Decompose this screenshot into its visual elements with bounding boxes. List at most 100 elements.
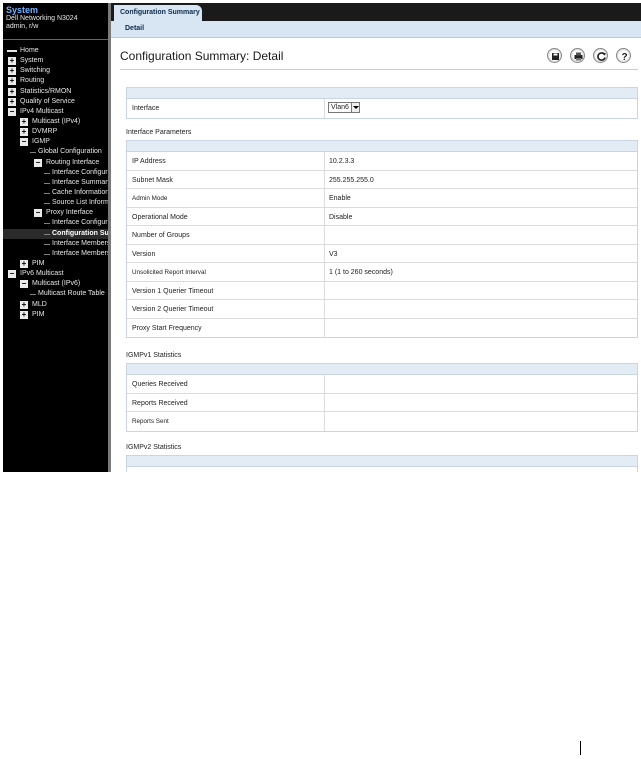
- row-label: Number of Groups: [132, 232, 190, 239]
- collapse-icon[interactable]: −: [34, 158, 42, 167]
- navigation-sidebar: System Dell Networking N3024 admin, r/w …: [3, 3, 108, 472]
- table-row: Version V3: [127, 244, 637, 263]
- nav-item[interactable]: + PIM: [3, 259, 108, 269]
- expand-icon[interactable]: +: [8, 77, 16, 86]
- expand-icon[interactable]: +: [20, 300, 28, 309]
- nav-item[interactable]: Interface Summary: [3, 178, 108, 188]
- table-row: Interface Vlan6: [127, 99, 637, 118]
- nav-item[interactable]: + Switching: [3, 66, 108, 76]
- nav-item[interactable]: + DVMRP: [3, 127, 108, 137]
- nav-item-label: Home: [20, 47, 39, 54]
- row-label: Unsolicited Report Interval: [132, 269, 206, 276]
- screenshot: System Dell Networking N3024 admin, r/w …: [3, 3, 641, 472]
- row-value: Disable: [329, 213, 353, 221]
- expand-icon[interactable]: +: [8, 67, 16, 76]
- igmpv1-statistics-title: IGMPv1 Statistics: [126, 352, 182, 359]
- table-row: Number of Groups: [127, 226, 637, 245]
- nav-item-label: DVMRP: [32, 128, 58, 136]
- nav-item[interactable]: − Routing Interface: [3, 158, 108, 168]
- nav-item[interactable]: Interface Configuration: [3, 168, 108, 178]
- print-button[interactable]: [570, 48, 585, 63]
- row-label: Reports Received: [132, 399, 188, 407]
- nav-item-label: IPv4 Multicast: [20, 107, 64, 115]
- nav-item[interactable]: + Multicast (IPv4): [3, 117, 108, 127]
- nav-item-label: IGMP: [32, 138, 50, 146]
- interface-parameters-title: Interface Parameters: [126, 129, 192, 136]
- help-icon: ?: [621, 52, 627, 63]
- expand-icon[interactable]: +: [20, 128, 28, 137]
- nav-item[interactable]: − IGMP: [3, 137, 108, 147]
- nav-item[interactable]: − IPv6 Multicast: [3, 269, 108, 279]
- table-row: IP Address 10.2.3.3: [127, 152, 637, 171]
- refresh-icon: [597, 52, 606, 61]
- interface-select[interactable]: Vlan6: [328, 102, 360, 113]
- nav-item[interactable]: + Statistics/RMON: [3, 87, 108, 97]
- home-icon: [7, 50, 17, 52]
- nav-item-label: MLD: [32, 300, 47, 308]
- collapse-icon[interactable]: −: [34, 209, 42, 218]
- row-label: Version: [132, 250, 156, 258]
- nav-item[interactable]: Multicast Route Table: [3, 289, 108, 299]
- table-row: Reports Received: [127, 393, 637, 412]
- print-icon: [574, 52, 583, 61]
- igmpv1-statistics-table: Queries Received Reports Received Reports …: [126, 363, 638, 432]
- collapse-icon[interactable]: −: [20, 138, 28, 147]
- nav-item[interactable]: Configuration Summary: [3, 228, 108, 239]
- expand-icon[interactable]: +: [8, 97, 16, 106]
- table-row: Operational Mode Disable: [127, 207, 637, 226]
- interface-value: Vlan6: [331, 104, 349, 111]
- tab-configuration-summary[interactable]: Configuration Summary: [114, 5, 202, 21]
- table-row: Unsolicited Report Interval 1 (1 to 260 s…: [127, 263, 637, 282]
- refresh-button[interactable]: [593, 48, 608, 63]
- nav-item[interactable]: + System: [3, 56, 108, 66]
- page-footer-rule: [580, 741, 581, 755]
- row-label: Operational Mode: [132, 213, 188, 221]
- row-label: Reports Sent: [132, 418, 169, 425]
- nav-item[interactable]: + Quality of Service: [3, 97, 108, 107]
- nav-item[interactable]: − Proxy Interface: [3, 208, 108, 218]
- nav-item-label: Multicast Route Table: [38, 290, 105, 298]
- nav-item-label: Global Configuration: [38, 148, 102, 156]
- row-value: V3: [329, 250, 338, 258]
- expand-icon[interactable]: +: [20, 117, 28, 126]
- nav-item-label: Statistics/RMON: [20, 87, 72, 95]
- nav-item[interactable]: Interface Membership: [3, 239, 108, 249]
- row-label: Admin Mode: [132, 195, 168, 202]
- row-label: Version 2 Querier Timeout: [132, 306, 214, 313]
- nav-item-label: System: [20, 57, 44, 65]
- row-label: IP Address: [132, 158, 166, 165]
- nav-item[interactable]: Global Configuration: [3, 147, 108, 157]
- system-title: System: [6, 5, 39, 15]
- nav-item[interactable]: Home: [3, 46, 108, 56]
- save-icon: [552, 53, 559, 60]
- page-title: Configuration Summary: Detail: [120, 49, 284, 63]
- nav-item[interactable]: − IPv4 Multicast: [3, 107, 108, 117]
- nav-item[interactable]: − Multicast (IPv6): [3, 279, 108, 289]
- interface-parameters-table: IP Address 10.2.3.3 Subnet Mask 255.255.255…: [126, 140, 638, 338]
- collapse-icon[interactable]: −: [20, 280, 28, 289]
- help-button[interactable]: ?: [616, 48, 631, 63]
- nav-item[interactable]: Interface Configuration: [3, 218, 108, 228]
- nav-item[interactable]: Cache Information: [3, 188, 108, 198]
- nav-item-label: IPv6 Multicast: [20, 270, 64, 278]
- nav-item-label: Source List Information: [52, 199, 108, 207]
- table-header: [127, 141, 637, 152]
- table-row: Queries Received: [127, 375, 637, 394]
- nav-item[interactable]: + PIM: [3, 310, 108, 320]
- nav-item[interactable]: Source List Information: [3, 198, 108, 208]
- collapse-icon[interactable]: −: [8, 107, 16, 116]
- expand-icon[interactable]: +: [20, 259, 28, 268]
- nav-item-label: Routing Interface: [46, 158, 100, 166]
- save-button[interactable]: [547, 48, 562, 63]
- header-divider: [3, 39, 108, 40]
- nav-item[interactable]: + MLD: [3, 300, 108, 310]
- nav-item-label: Interface Configuration: [52, 168, 108, 176]
- expand-icon[interactable]: +: [20, 310, 28, 319]
- collapse-icon[interactable]: −: [8, 270, 16, 279]
- subtab-detail[interactable]: Detail: [125, 25, 144, 32]
- nav-item[interactable]: + Routing: [3, 76, 108, 86]
- nav-item-label: Configuration Summary: [52, 229, 108, 237]
- nav-item[interactable]: Interface Membership: [3, 249, 108, 259]
- expand-icon[interactable]: +: [8, 87, 16, 96]
- expand-icon[interactable]: +: [8, 57, 16, 66]
